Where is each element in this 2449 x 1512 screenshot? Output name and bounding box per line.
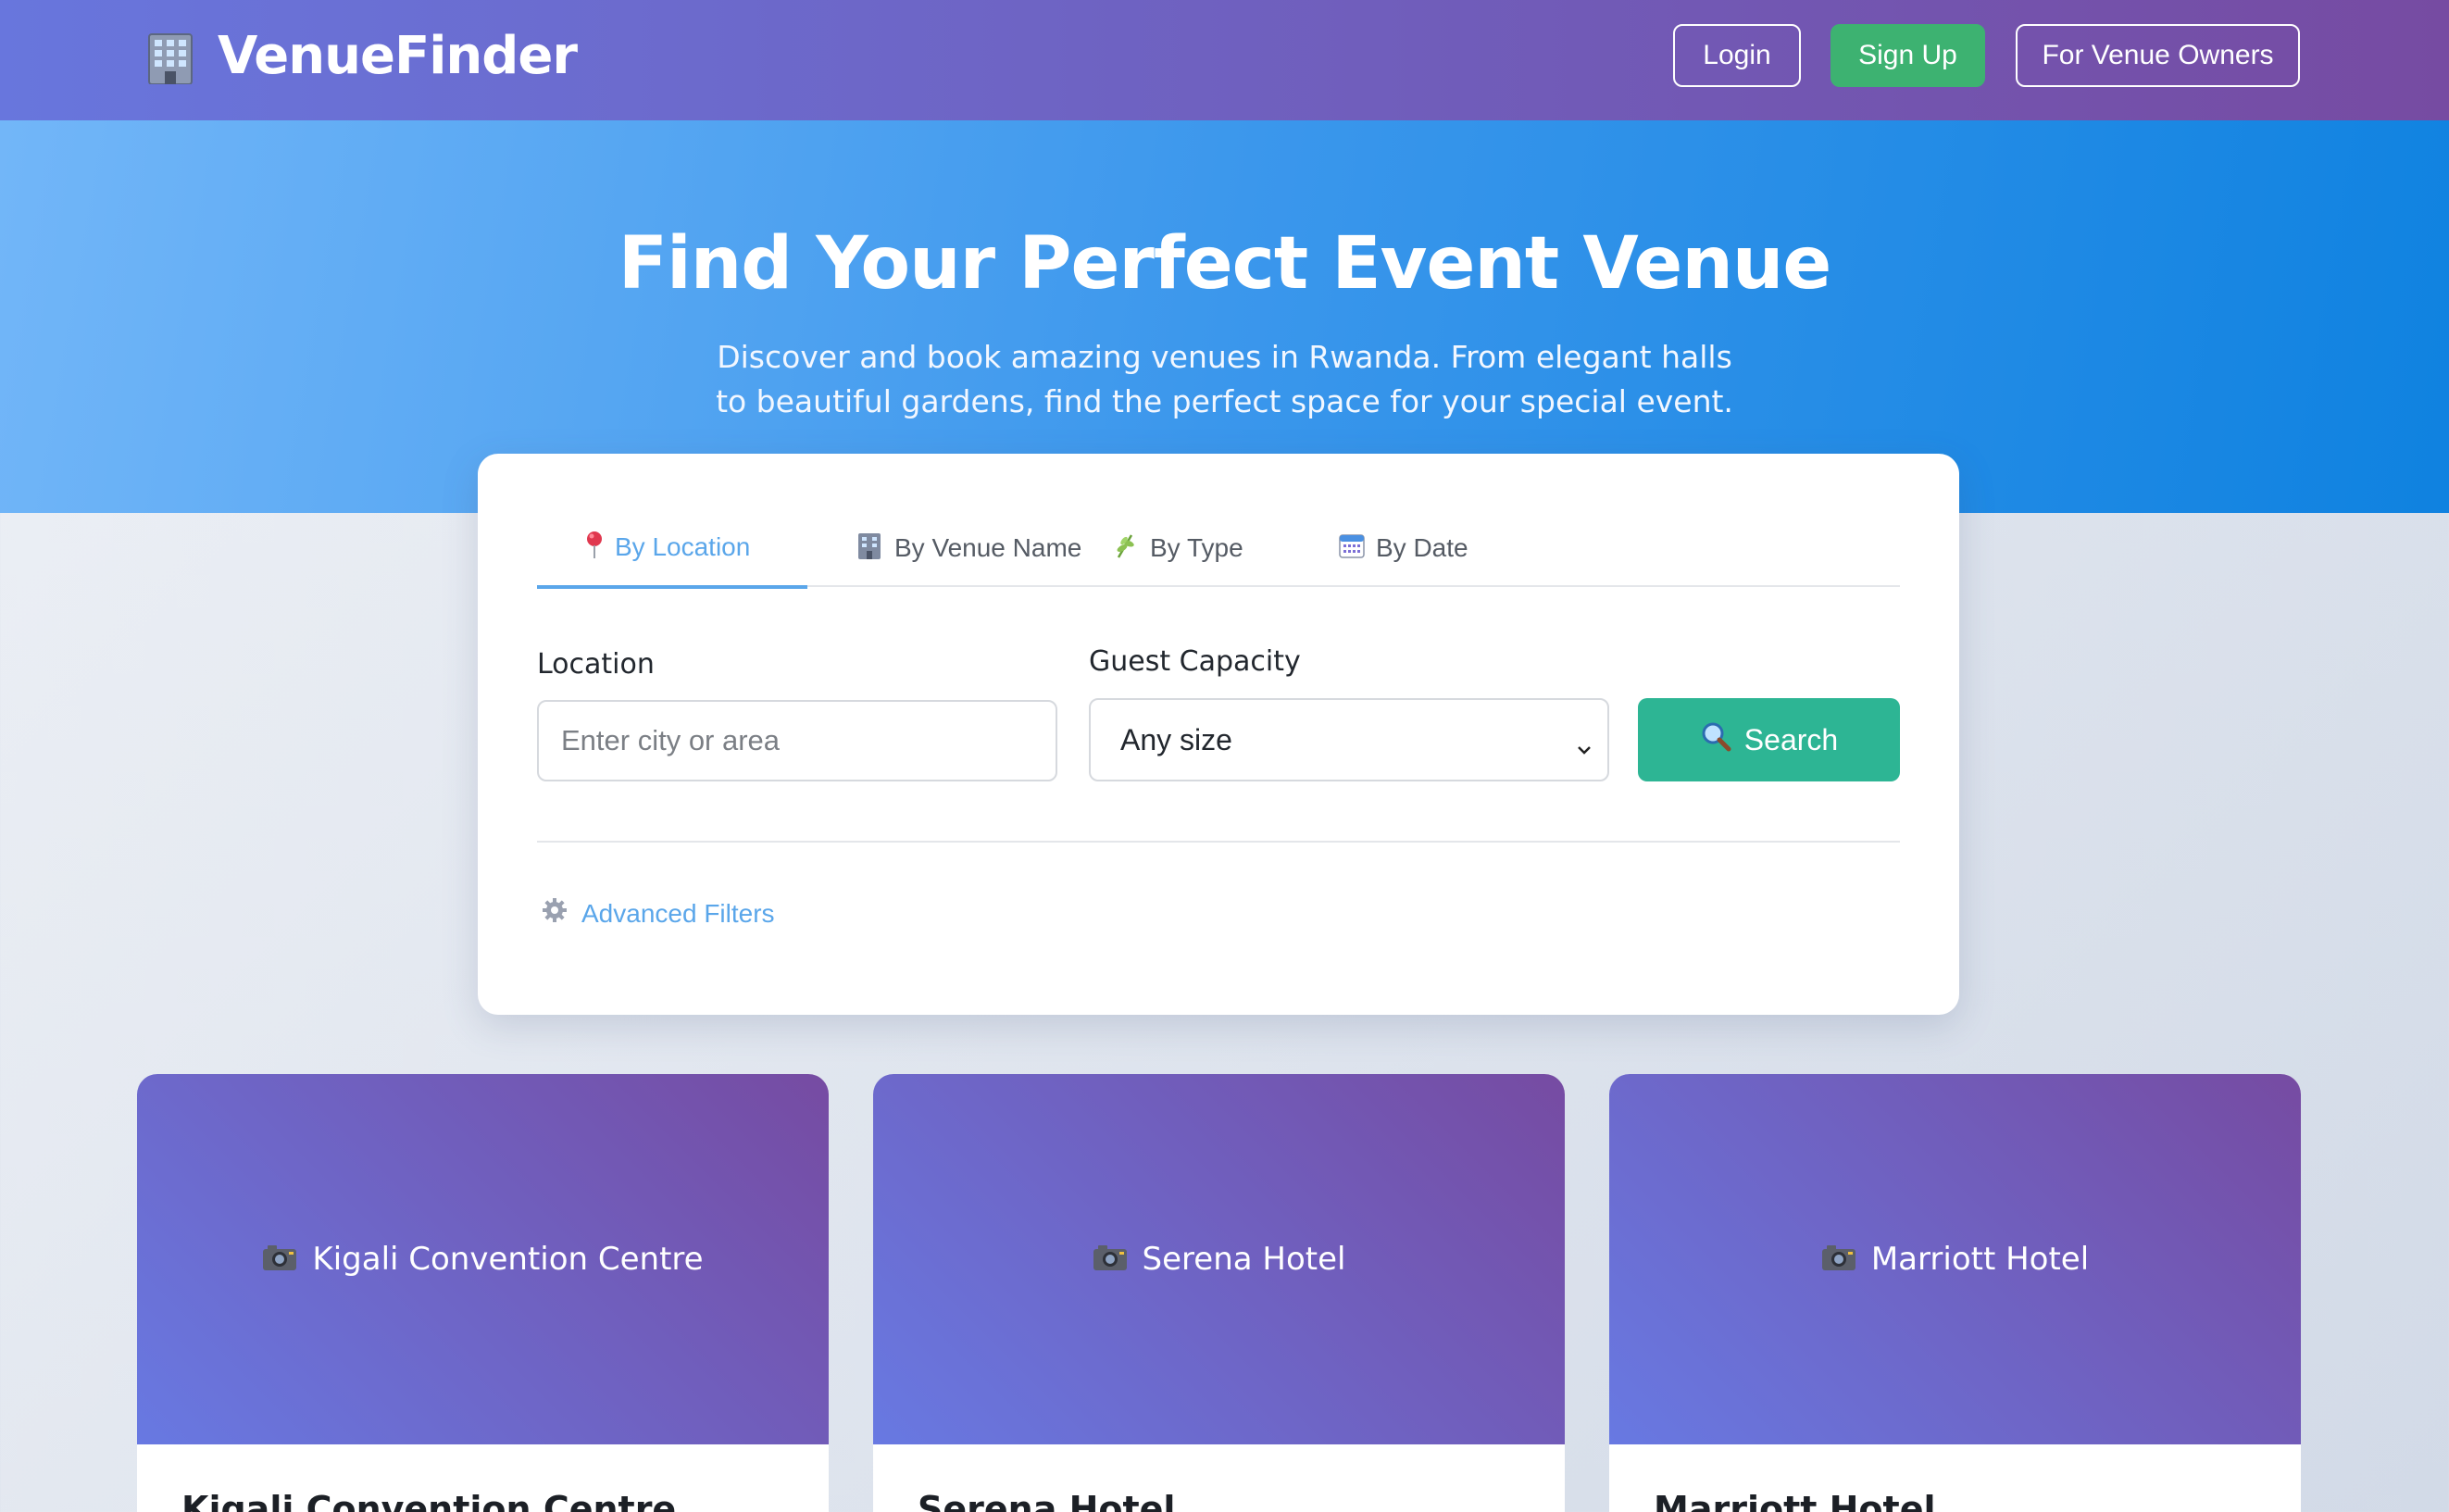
tab-by-type[interactable]: By Type bbox=[1106, 520, 1251, 587]
for-venue-owners-button[interactable]: For Venue Owners bbox=[2016, 24, 2300, 87]
location-input[interactable] bbox=[537, 700, 1057, 781]
venue-card[interactable]: Serena Hotel Serena Hotel bbox=[873, 1074, 1565, 1512]
camera-icon bbox=[262, 1243, 297, 1276]
venue-image-placeholder: Kigali Convention Centre bbox=[137, 1074, 829, 1444]
venue-image-caption: Kigali Convention Centre bbox=[312, 1241, 704, 1278]
tab-label: By Location bbox=[615, 532, 751, 561]
building-icon bbox=[856, 531, 883, 566]
gear-icon bbox=[541, 896, 569, 931]
location-label: Location bbox=[537, 648, 655, 681]
guest-capacity-select[interactable]: Any size bbox=[1089, 698, 1609, 781]
venue-title: Marriott Hotel bbox=[1654, 1489, 1936, 1512]
camera-icon bbox=[1821, 1243, 1856, 1276]
top-navbar: VenueFinder Login Sign Up For Venue Owne… bbox=[0, 0, 2449, 120]
tab-by-venue-name[interactable]: By Venue Name bbox=[848, 520, 1089, 587]
office-building-icon bbox=[144, 29, 197, 85]
calendar-icon bbox=[1339, 532, 1365, 565]
divider bbox=[537, 841, 1900, 843]
pin-icon bbox=[585, 531, 604, 565]
brand-logo[interactable]: VenueFinder bbox=[144, 26, 578, 86]
guest-capacity-value: Any size bbox=[1120, 722, 1232, 756]
guest-capacity-label: Guest Capacity bbox=[1089, 645, 1301, 678]
advanced-filters-toggle[interactable]: Advanced Filters bbox=[541, 896, 775, 931]
venue-title: Kigali Convention Centre bbox=[181, 1489, 677, 1512]
brand-name: VenueFinder bbox=[218, 26, 578, 86]
hero-subtitle: Discover and book amazing venues in Rwan… bbox=[716, 339, 1733, 419]
venue-image-placeholder: Serena Hotel bbox=[873, 1074, 1565, 1444]
venue-image-caption: Marriott Hotel bbox=[1870, 1241, 2090, 1278]
chevron-down-icon bbox=[1576, 731, 1593, 755]
tab-label: By Date bbox=[1376, 533, 1468, 562]
login-button[interactable]: Login bbox=[1673, 24, 1801, 87]
sign-up-button[interactable]: Sign Up bbox=[1831, 24, 1985, 87]
tab-by-location[interactable]: By Location bbox=[537, 520, 807, 589]
venue-title: Serena Hotel bbox=[918, 1489, 1176, 1512]
magnifier-icon bbox=[1700, 720, 1731, 759]
advanced-filters-label: Advanced Filters bbox=[581, 898, 775, 928]
tab-by-date[interactable]: By Date bbox=[1331, 520, 1476, 587]
herb-icon bbox=[1113, 531, 1139, 566]
venue-card[interactable]: Kigali Convention Centre Kigali Conventi… bbox=[137, 1074, 829, 1512]
search-button-label: Search bbox=[1743, 722, 1839, 756]
search-panel: By Location By Venue Name By Type By Dat… bbox=[478, 454, 1959, 1015]
hero-title: Find Your Perfect Event Venue bbox=[618, 222, 1832, 306]
tab-label: By Venue Name bbox=[894, 533, 1082, 562]
tab-label: By Type bbox=[1150, 533, 1243, 562]
venue-card[interactable]: Marriott Hotel Marriott Hotel bbox=[1609, 1074, 2301, 1512]
venue-image-placeholder: Marriott Hotel bbox=[1609, 1074, 2301, 1444]
search-tabs: By Location By Venue Name By Type By Dat… bbox=[537, 520, 1900, 589]
camera-icon bbox=[1093, 1243, 1128, 1276]
search-button[interactable]: Search bbox=[1638, 698, 1900, 781]
venue-image-caption: Serena Hotel bbox=[1142, 1241, 1346, 1278]
